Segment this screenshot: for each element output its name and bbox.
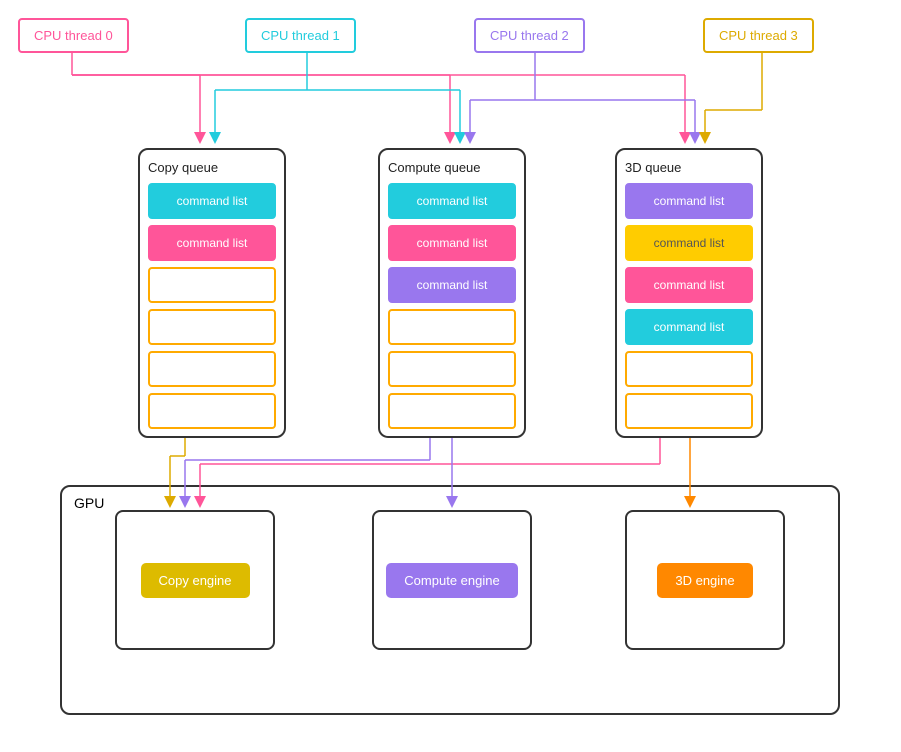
diagram: CPU thread 0 CPU thread 1 CPU thread 2 C… (0, 0, 901, 752)
compute-queue-label: Compute queue (388, 160, 516, 175)
cmd-slot (388, 393, 516, 429)
cmd-slot (148, 309, 276, 345)
3d-queue-label: 3D queue (625, 160, 753, 175)
cmd-slot: command list (625, 225, 753, 261)
cmd-slot: command list (625, 183, 753, 219)
compute-engine-label: Compute engine (386, 563, 517, 598)
cmd-slot (148, 267, 276, 303)
copy-engine-label: Copy engine (141, 563, 250, 598)
cmd-slot: command list (388, 225, 516, 261)
copy-queue-label: Copy queue (148, 160, 276, 175)
cmd-slot: command list (625, 267, 753, 303)
compute-queue: Compute queue command list command list … (378, 148, 526, 438)
cpu-thread-3: CPU thread 3 (703, 18, 814, 53)
cmd-slot (388, 351, 516, 387)
cmd-slot: command list (388, 183, 516, 219)
cmd-slot (625, 393, 753, 429)
gpu-label: GPU (74, 495, 104, 511)
cmd-slot: command list (625, 309, 753, 345)
copy-queue: Copy queue command list command list (138, 148, 286, 438)
cpu-thread-1: CPU thread 1 (245, 18, 356, 53)
3d-queue: 3D queue command list command list comma… (615, 148, 763, 438)
copy-engine-box: Copy engine (115, 510, 275, 650)
compute-engine-box: Compute engine (372, 510, 532, 650)
cmd-slot (148, 393, 276, 429)
cmd-slot (388, 309, 516, 345)
3d-engine-label: 3D engine (657, 563, 752, 598)
cpu-thread-2: CPU thread 2 (474, 18, 585, 53)
cmd-slot (148, 351, 276, 387)
cmd-slot: command list (148, 183, 276, 219)
cmd-slot: command list (388, 267, 516, 303)
cpu-thread-0: CPU thread 0 (18, 18, 129, 53)
cmd-slot (625, 351, 753, 387)
3d-engine-box: 3D engine (625, 510, 785, 650)
cmd-slot: command list (148, 225, 276, 261)
